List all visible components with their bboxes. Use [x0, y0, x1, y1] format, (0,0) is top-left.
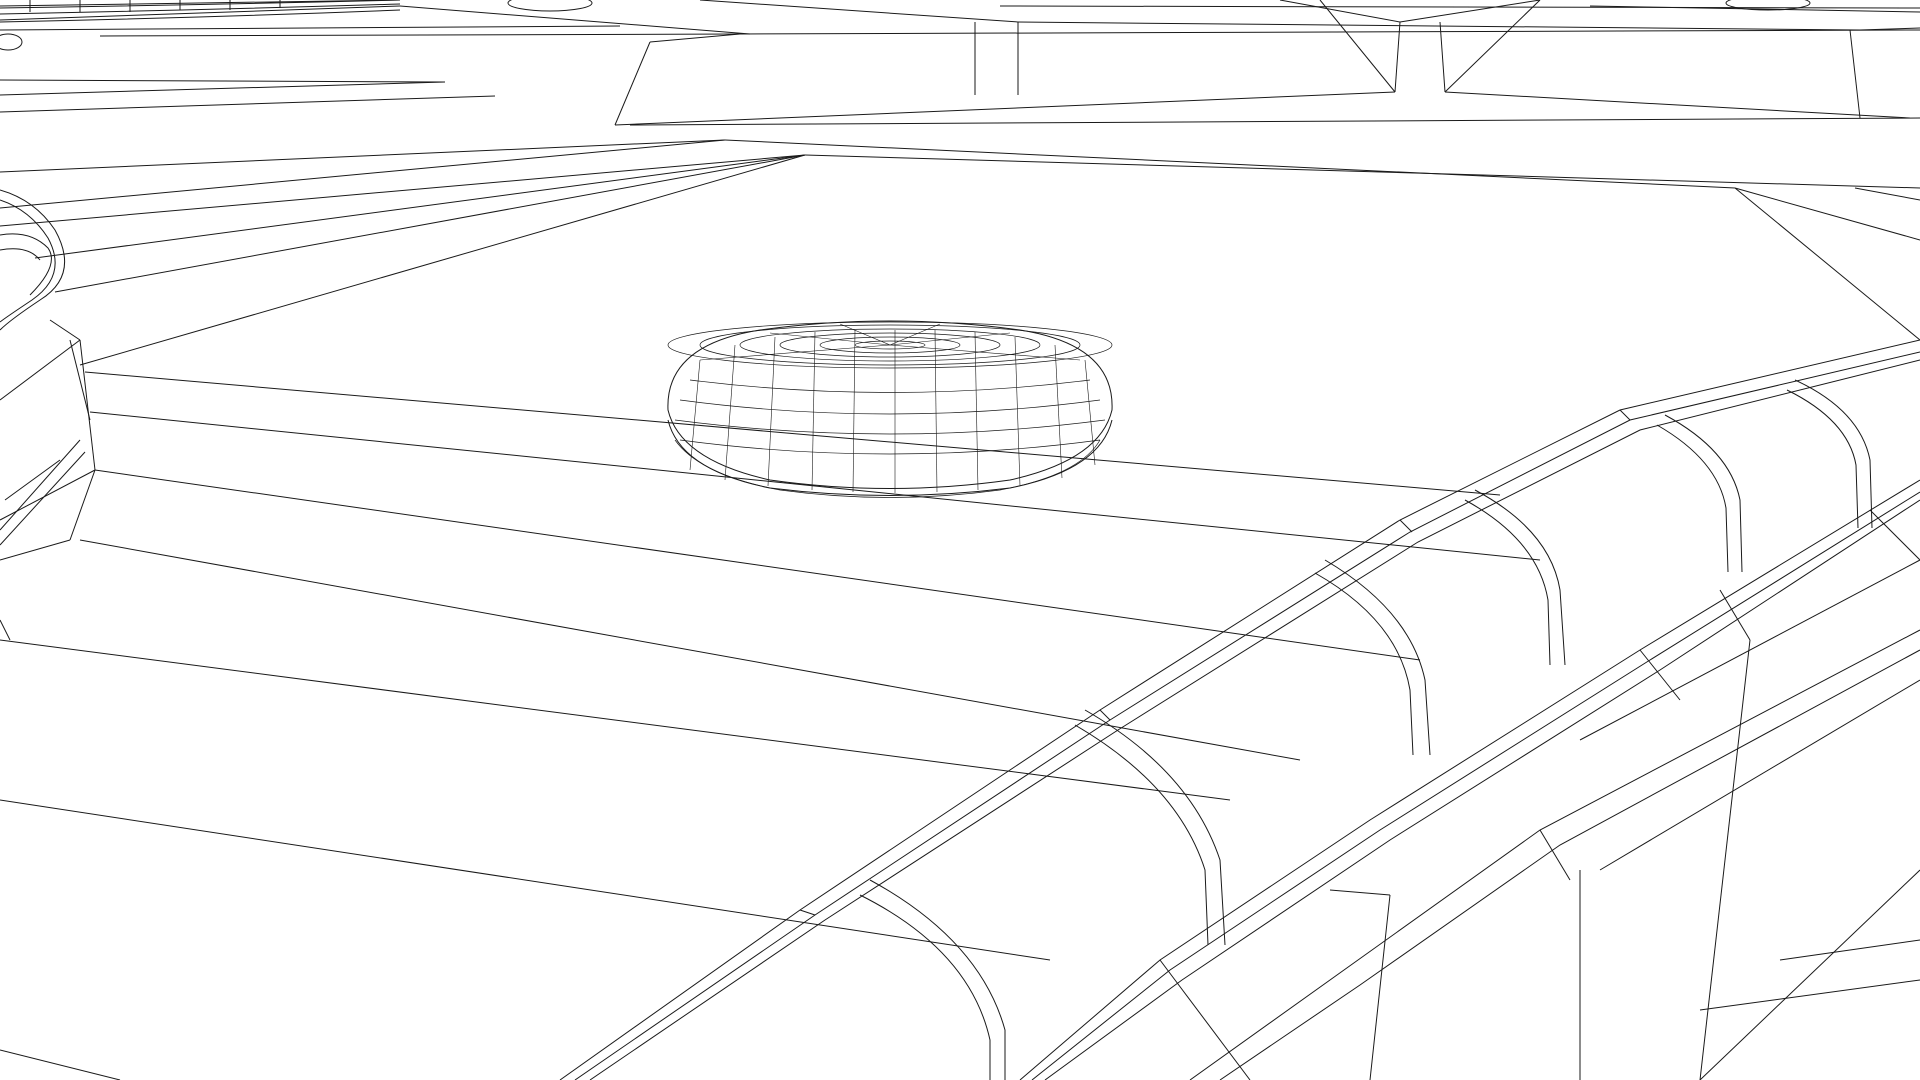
left-wall	[0, 190, 95, 640]
railing-posts	[860, 380, 1872, 1080]
top-structure	[0, 0, 1920, 125]
railing	[560, 340, 1920, 1080]
floor-planes	[0, 80, 1920, 1080]
dome-object	[668, 321, 1112, 498]
wireframe-render-canvas	[0, 0, 1920, 1080]
